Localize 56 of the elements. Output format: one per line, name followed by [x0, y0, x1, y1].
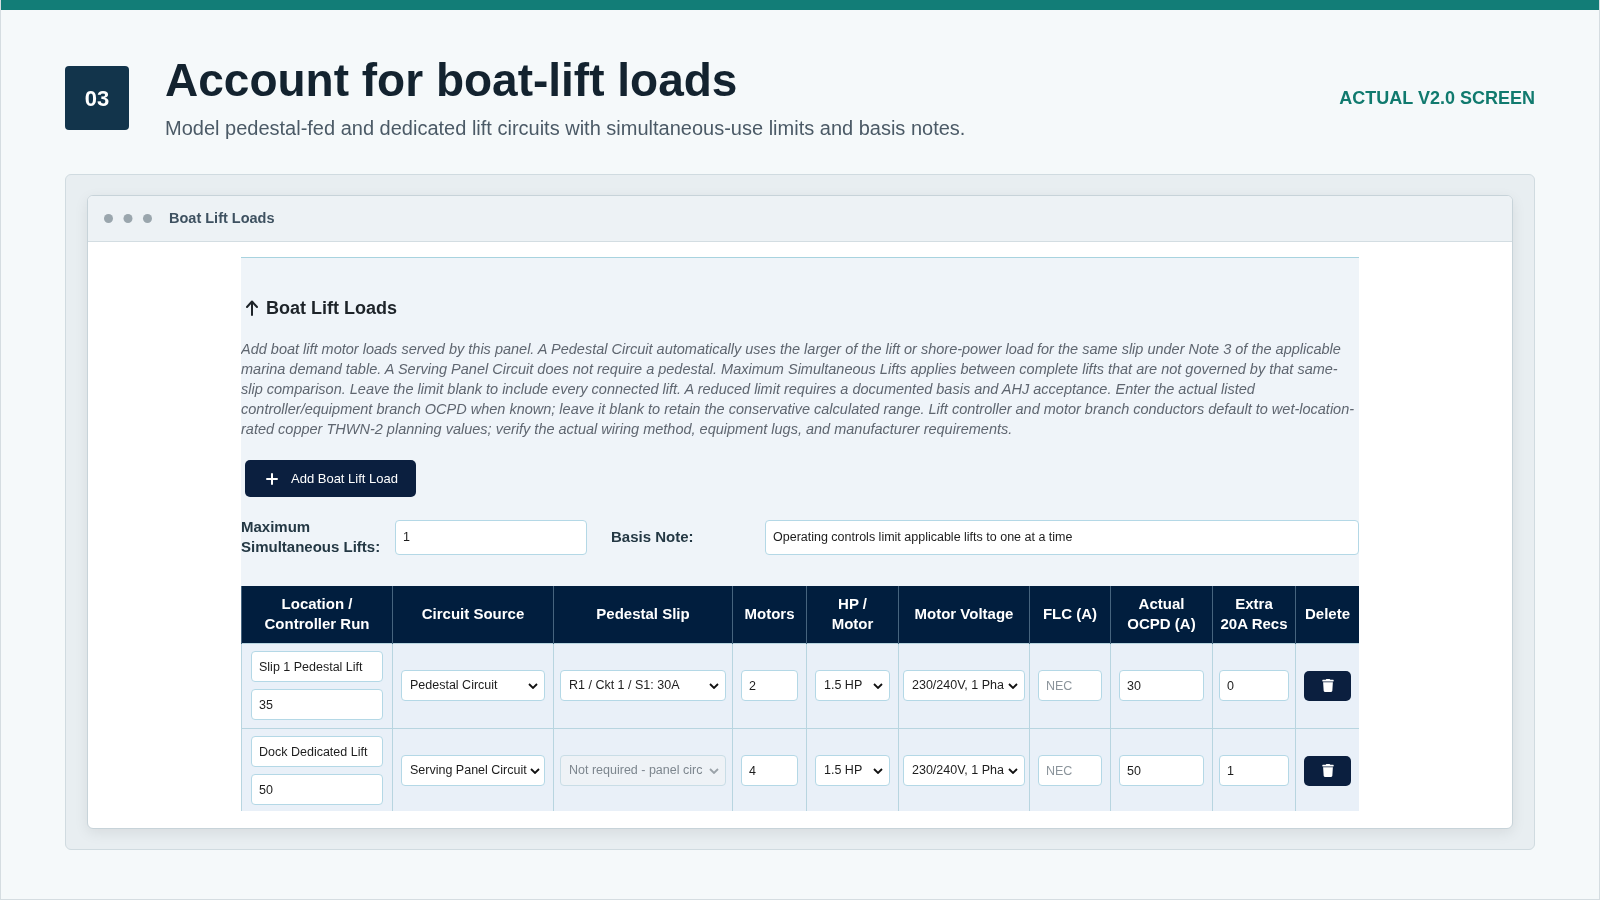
dropdown[interactable]: 1.5 HP — [815, 670, 890, 701]
text-input[interactable]: 1 — [1219, 755, 1289, 786]
column-header: Extra 20A Recs — [1212, 586, 1296, 643]
column-header: FLC (A) — [1029, 586, 1111, 643]
arrow-up-icon — [246, 300, 258, 316]
chevron-down-icon — [873, 767, 883, 774]
screen-tag: ACTUAL V2.0 SCREEN — [1339, 86, 1535, 110]
text-input[interactable]: 35 — [251, 689, 383, 720]
text-input[interactable]: Slip 1 Pedestal Lift — [251, 651, 383, 682]
dropdown[interactable]: Pedestal Circuit — [401, 670, 545, 701]
trash-icon — [1321, 764, 1334, 777]
column-header: Delete — [1295, 586, 1359, 643]
column-header: Motor Voltage — [898, 586, 1030, 643]
field-label: Basis Note: — [611, 527, 695, 547]
text-input[interactable]: 50 — [251, 774, 383, 805]
column-header: Motors — [732, 586, 807, 643]
text-input[interactable]: 30 — [1119, 670, 1204, 701]
delete-button[interactable] — [1304, 755, 1351, 786]
text-input[interactable]: 2 — [741, 670, 798, 701]
column-header: Circuit Source — [392, 586, 554, 643]
text-input[interactable]: Operating controls limit applicable lifts to one at a time — [765, 519, 1359, 555]
text-input[interactable]: 50 — [1119, 755, 1204, 786]
dropdown[interactable]: 1.5 HP — [815, 755, 890, 786]
delete-button[interactable] — [1304, 670, 1351, 701]
page-subtitle: Model pedestal-fed and dedicated lift circuits with simultaneous-use limits and basis notes. — [165, 116, 966, 141]
column-header: HP / Motor — [806, 586, 899, 643]
page-title: Account for boat-lift loads — [165, 54, 739, 106]
field-label: Maximum Simultaneous Lifts: — [241, 517, 382, 557]
text-input[interactable]: NEC — [1038, 755, 1102, 786]
chevron-down-icon — [873, 682, 883, 689]
dropdown[interactable]: 230/240V, 1 Pha — [903, 670, 1025, 701]
chevron-down-icon — [1008, 767, 1018, 774]
dropdown[interactable]: Serving Panel Circuit — [401, 755, 545, 786]
section-description: Add boat lift motor loads served by this panel. A Pedestal Circuit automatically uses the larger of the lift or shore-power load for the same slip under Note 3 of the applicable marina demand table. A Serving Panel Circuit does not require a pedestal. Maximum Simultaneous Lifts applies between complete lifts that are not governed by that same-slip comparison. Leave the limit blank to include every connected lift. A reduced limit requires a documented basis and AHJ acceptance. Enter the actual listed controller/equipment branch OCPD when known; leave it blank to retain the conservative calculated range. Lift controller and motor branch conductors default to wet-location-rated copper THWN-2 planning values; verify the actual wiring method, equipment lugs, and manufacturer requirements. — [241, 340, 1356, 439]
add-boat-lift-button[interactable]: Add Boat Lift Load — [245, 460, 416, 497]
section-heading: Boat Lift Loads — [266, 297, 397, 320]
window-dots-icon — [104, 214, 152, 223]
column-header: Pedestal Slip — [553, 586, 733, 643]
chevron-down-icon — [528, 682, 538, 689]
window-title: Boat Lift Loads — [169, 208, 275, 228]
column-header: Actual OCPD (A) — [1110, 586, 1213, 643]
column-header: Location / Controller Run — [241, 586, 393, 643]
trash-icon — [1321, 679, 1334, 692]
chevron-down-icon — [709, 767, 719, 774]
text-input[interactable]: 1 — [395, 519, 587, 555]
chevron-down-icon — [709, 682, 719, 689]
step-badge: 03 — [65, 66, 129, 130]
text-input[interactable]: 4 — [741, 755, 798, 786]
plus-icon — [266, 472, 278, 485]
chevron-down-icon — [529, 767, 540, 774]
dropdown[interactable]: R1 / Ckt 1 / S1: 30A — [560, 670, 726, 701]
text-input[interactable]: NEC — [1038, 670, 1102, 701]
dropdown[interactable]: 230/240V, 1 Pha — [903, 755, 1025, 786]
text-input[interactable]: Dock Dedicated Lift — [251, 736, 383, 767]
text-input[interactable]: 0 — [1219, 670, 1289, 701]
chevron-down-icon — [1008, 682, 1018, 689]
